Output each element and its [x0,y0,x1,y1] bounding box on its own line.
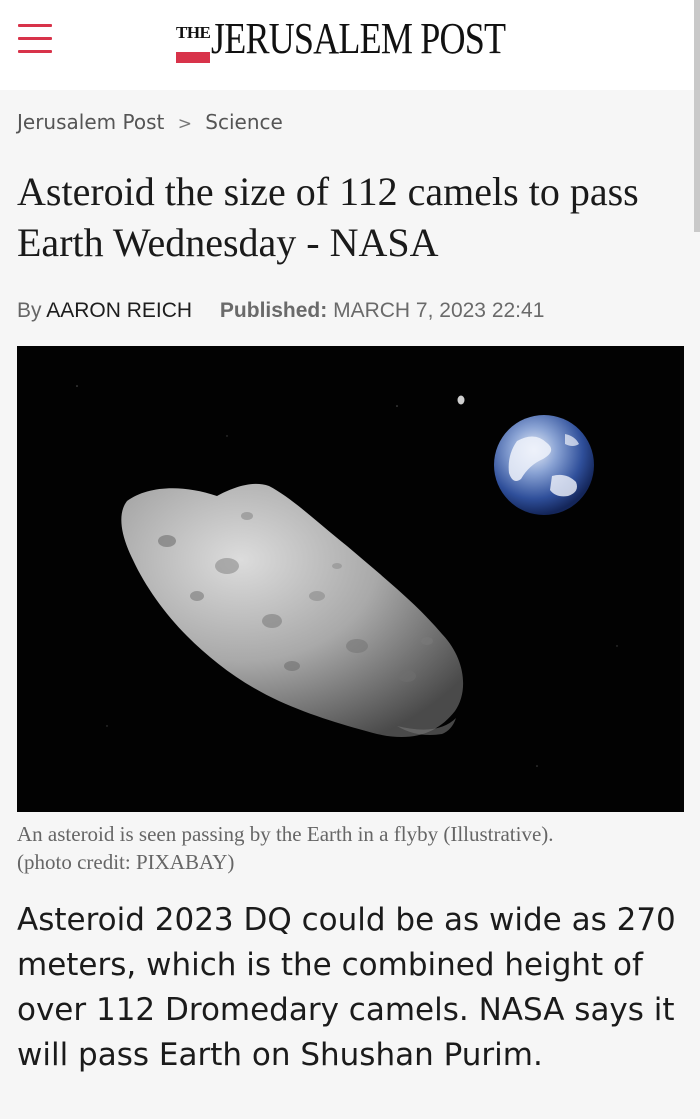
site-logo[interactable]: THE JERUSALEM POST [176,14,570,70]
menu-bar [18,24,52,27]
breadcrumb-section-link[interactable]: Science [205,110,283,134]
hamburger-menu-icon[interactable] [18,22,52,56]
photo-credit: (photo credit: PIXABAY) [17,850,235,874]
breadcrumb: Jerusalem Post > Science [17,110,283,134]
article-headline: Asteroid the size of 112 camels to pass … [17,169,639,265]
caption-text: An asteroid is seen passing by the Earth… [17,822,554,846]
breadcrumb-home-link[interactable]: Jerusalem Post [17,110,164,134]
published-date: MARCH 7, 2023 22:41 [333,299,545,322]
scrollbar[interactable] [694,0,700,232]
article-lede: Asteroid 2023 DQ could be as wide as 270… [17,902,676,1073]
byline-prefix: By [17,299,42,322]
image-caption: An asteroid is seen passing by the Earth… [17,820,687,876]
hero-image [17,346,684,812]
breadcrumb-separator: > [177,114,192,134]
menu-bar [18,50,52,53]
asteroid-earth-illustration [17,346,684,812]
logo-the: THE [176,23,211,63]
logo-name: JERUSALEM POST [211,14,506,63]
published-label: Published: [219,299,328,322]
article-byline: By AARON REICH Published: MARCH 7, 2023 … [17,299,544,323]
menu-bar [18,37,52,40]
site-header: THE JERUSALEM POST [0,0,700,90]
author-link[interactable]: AARON REICH [46,299,192,322]
